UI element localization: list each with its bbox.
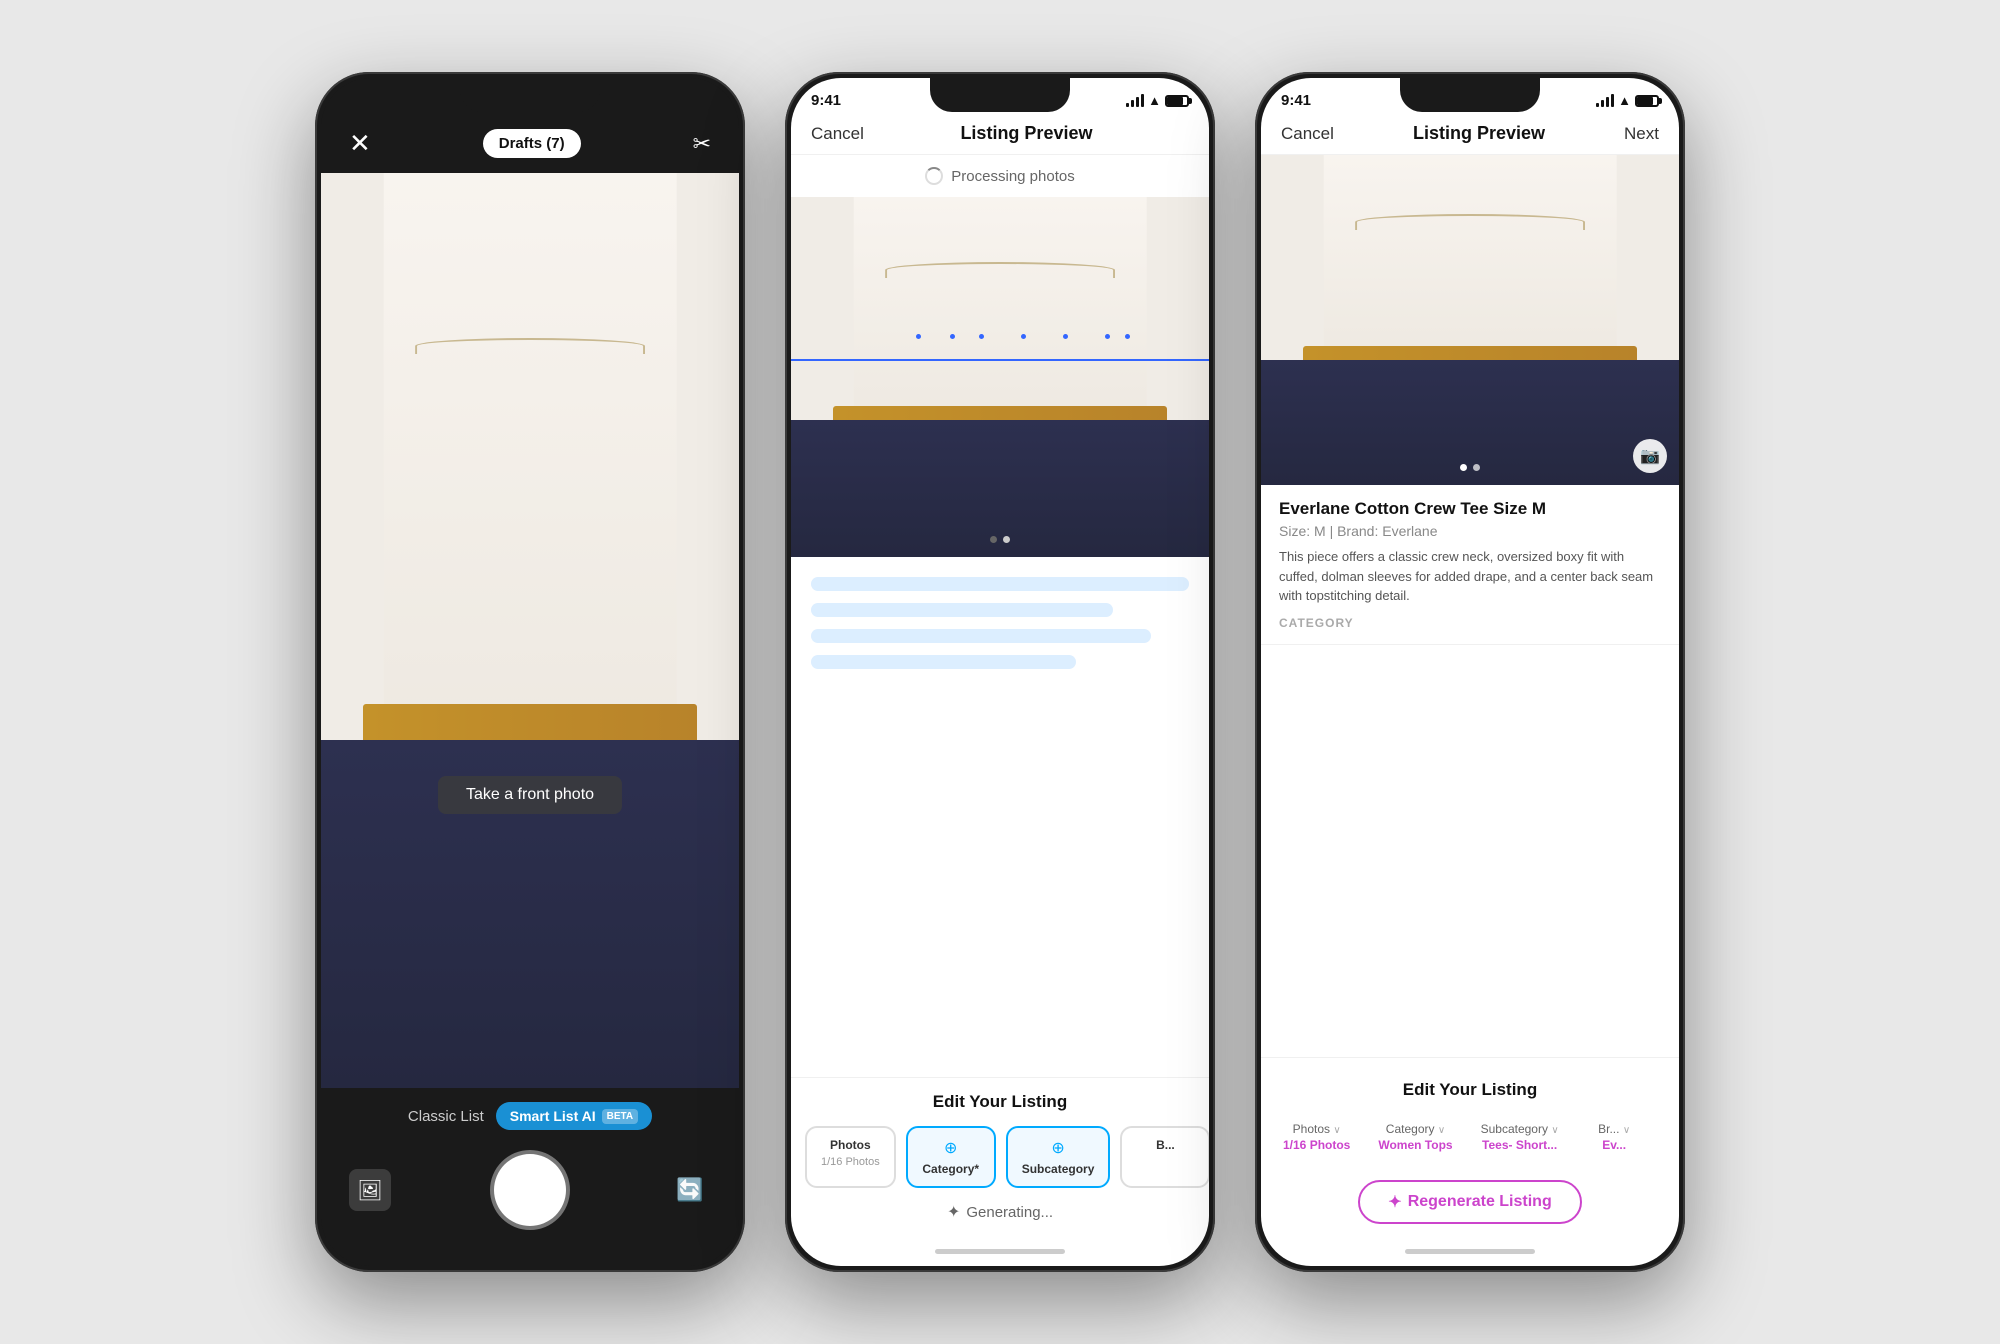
tab-subcategory[interactable]: ⊕ Subcategory	[1006, 1126, 1111, 1188]
processing-label: Processing photos	[951, 168, 1074, 185]
shutter-button[interactable]	[494, 1154, 566, 1226]
camera-viewfinder: Take a front photo	[321, 173, 739, 1088]
home-bar	[1405, 1249, 1535, 1254]
flip-camera-icon[interactable]: 🔄	[669, 1169, 711, 1211]
necklace	[1355, 214, 1585, 230]
camera-screen: ✕ Drafts (7) ✂ Take a front photo Classi…	[321, 78, 739, 1266]
processing-bar: Processing photos	[791, 155, 1209, 197]
scan-line	[791, 359, 1209, 361]
notch	[930, 78, 1070, 112]
tab-category-3[interactable]: Category ∨ Women Tops	[1368, 1114, 1462, 1160]
status-time: 9:41	[1281, 92, 1311, 109]
generating-star-icon: ✦	[947, 1202, 960, 1222]
nav-title: Listing Preview	[960, 123, 1092, 144]
status-icons: ▲	[1596, 93, 1659, 108]
generating-label: Generating...	[966, 1204, 1053, 1221]
edit-tabs-3: Photos ∨ 1/16 Photos Category ∨ Women To…	[1261, 1114, 1679, 1160]
tab-category[interactable]: ⊕ Category*	[906, 1126, 996, 1188]
loading-bar	[811, 577, 1189, 591]
phone-processing: 9:41 ▲ Cancel Listing Preview	[785, 72, 1215, 1272]
home-bar	[935, 1249, 1065, 1254]
listing-preview-photo: 📷	[1261, 155, 1679, 485]
wifi-icon: ▲	[1618, 93, 1631, 108]
home-indicator	[791, 1236, 1209, 1266]
loading-bar	[811, 629, 1151, 643]
tab-subcategory-3[interactable]: Subcategory ∨ Tees- Short...	[1471, 1114, 1569, 1160]
scissors-icon[interactable]: ✂	[693, 131, 711, 157]
nav-bar: Cancel Listing Preview Next	[1261, 115, 1679, 155]
listing-photo	[791, 197, 1209, 557]
listing-info: Everlane Cotton Crew Tee Size M Size: M …	[1261, 485, 1679, 645]
photo-pagination	[990, 536, 1010, 543]
camera-mode-bar: Classic List Smart List AI BETA	[321, 1088, 739, 1144]
loading-fields	[791, 557, 1209, 689]
edit-tabs: Photos 1/16 Photos ⊕ Category* ⊕ Subcate…	[791, 1126, 1209, 1188]
processing-spinner	[925, 167, 943, 185]
loading-bar	[811, 603, 1113, 617]
listing-description: This piece offers a classic crew neck, o…	[1279, 547, 1661, 606]
preview-photo	[1261, 155, 1679, 485]
signal-icon	[1596, 94, 1614, 107]
listing-meta: Size: M | Brand: Everlane	[1279, 523, 1661, 539]
edit-listing-title-3: Edit Your Listing	[1261, 1072, 1679, 1100]
cancel-button[interactable]: Cancel	[811, 124, 864, 144]
preview-dot	[1473, 464, 1480, 471]
regenerate-button[interactable]: ✦ Regenerate Listing	[1358, 1180, 1581, 1224]
notch	[1400, 78, 1540, 112]
edit-listing-section-3: Edit Your Listing Photos ∨ 1/16 Photos C…	[1261, 1057, 1679, 1236]
gallery-icon[interactable]: 🖼	[349, 1169, 391, 1211]
camera-photo: Take a front photo	[321, 173, 739, 1088]
smart-mode-button[interactable]: Smart List AI BETA	[496, 1102, 652, 1130]
tab-brand[interactable]: B...	[1120, 1126, 1209, 1188]
nav-bar: Cancel Listing Preview	[791, 115, 1209, 155]
home-indicator	[1261, 1236, 1679, 1266]
loading-bar	[811, 655, 1076, 669]
battery-icon	[1635, 95, 1659, 107]
status-time: 9:41	[811, 92, 841, 109]
classic-mode-label[interactable]: Classic List	[408, 1108, 484, 1125]
take-photo-prompt: Take a front photo	[438, 776, 622, 814]
regen-label: Regenerate Listing	[1408, 1193, 1552, 1211]
status-icons: ▲	[1126, 93, 1189, 108]
listing-preview-screen: 9:41 ▲ Cancel Listing Preview Next	[1261, 78, 1679, 1266]
edit-listing-title: Edit Your Listing	[791, 1092, 1209, 1112]
camera-bottom-bar: 🖼 🔄	[321, 1144, 739, 1266]
wifi-icon: ▲	[1148, 93, 1161, 108]
tab-photos[interactable]: Photos 1/16 Photos	[805, 1126, 896, 1188]
necklace	[885, 262, 1115, 278]
phone-preview: 9:41 ▲ Cancel Listing Preview Next	[1255, 72, 1685, 1272]
close-icon[interactable]: ✕	[349, 128, 371, 159]
camera-icon[interactable]: 📷	[1633, 439, 1667, 473]
signal-icon	[1126, 94, 1144, 107]
photo-dot	[1003, 536, 1010, 543]
drafts-badge[interactable]: Drafts (7)	[483, 129, 581, 158]
next-button[interactable]: Next	[1624, 124, 1659, 144]
listing-photo-area	[791, 197, 1209, 557]
nav-title: Listing Preview	[1413, 123, 1545, 144]
smart-mode-label: Smart List AI	[510, 1108, 596, 1124]
listing-title: Everlane Cotton Crew Tee Size M	[1279, 499, 1661, 519]
phone-camera: ✕ Drafts (7) ✂ Take a front photo Classi…	[315, 72, 745, 1272]
tab-photos-3[interactable]: Photos ∨ 1/16 Photos	[1273, 1114, 1360, 1160]
edit-listing-section: Edit Your Listing Photos 1/16 Photos ⊕ C…	[791, 1077, 1209, 1236]
category-label: CATEGORY	[1279, 616, 1661, 630]
tab-brand-3[interactable]: Br... ∨ Ev...	[1577, 1114, 1652, 1160]
battery-icon	[1165, 95, 1189, 107]
beta-badge: BETA	[602, 1109, 638, 1124]
regen-star-icon: ✦	[1388, 1192, 1401, 1212]
cancel-button[interactable]: Cancel	[1281, 124, 1334, 144]
photo-dot	[990, 536, 997, 543]
preview-pagination	[1460, 464, 1480, 471]
generating-bar: ✦ Generating...	[791, 1188, 1209, 1236]
preview-dot	[1460, 464, 1467, 471]
tshirt	[384, 173, 677, 795]
necklace	[415, 338, 645, 354]
notch	[460, 78, 600, 112]
listing-processing-screen: 9:41 ▲ Cancel Listing Preview	[791, 78, 1209, 1266]
